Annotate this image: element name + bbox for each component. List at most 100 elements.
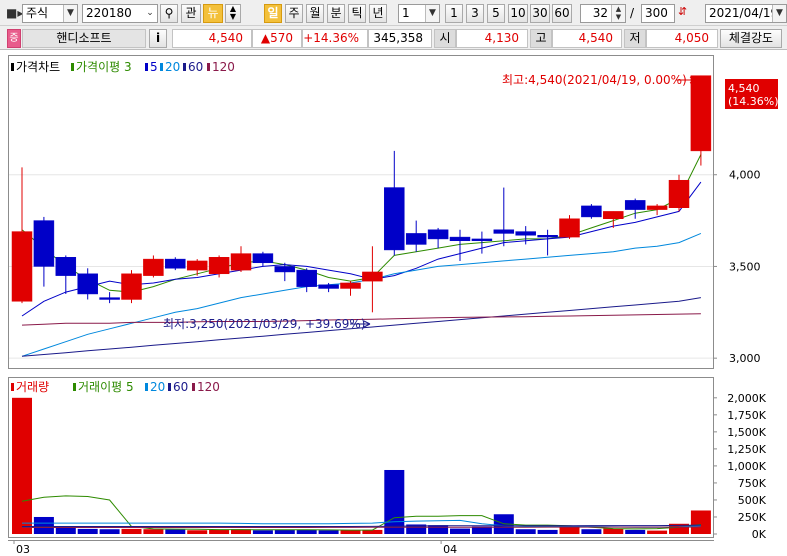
price-tick-label: 4,000 <box>729 169 761 182</box>
period-minute-button[interactable]: 분 <box>327 4 345 23</box>
candle-body <box>471 238 493 242</box>
volume-bar <box>559 526 580 534</box>
chevron-down-icon[interactable]: ▼ <box>772 5 786 22</box>
quick-3-button[interactable]: 3 <box>466 4 484 23</box>
volume-bar <box>450 528 470 534</box>
spin-icon[interactable]: ▲ ▼ <box>611 5 625 22</box>
candle-body <box>690 75 712 152</box>
volume-tick-label: 500K <box>738 494 767 507</box>
volume-bar <box>384 469 405 534</box>
volume-bar <box>515 529 536 534</box>
legend-marker-vma120 <box>192 383 195 391</box>
x-tick-label: 04 <box>443 543 457 556</box>
stepper-button[interactable]: ▲ ▼ <box>225 4 241 23</box>
volume-tick-label: 2,000K <box>727 392 766 405</box>
volume-bar <box>690 510 711 534</box>
info-button[interactable]: i <box>149 29 167 48</box>
candle-body <box>252 253 274 264</box>
low-price: 4,050 <box>646 29 718 48</box>
toolbar-grip-icon[interactable]: ■▸ <box>6 6 23 20</box>
market-select[interactable]: 주식 ▼ <box>22 4 78 23</box>
legend-volume: 거래량 <box>16 380 49 394</box>
stock-name: 핸디소프트 <box>22 29 146 48</box>
legend-vma20: 20 <box>150 380 165 394</box>
volume-bar <box>274 529 295 534</box>
volume-bar <box>143 529 164 534</box>
legend-ma60: 60 <box>188 60 203 74</box>
candle-body <box>581 205 602 218</box>
zoom-icon[interactable]: ⇵ <box>678 5 687 18</box>
volume-bar <box>625 529 646 534</box>
low-label: 저 <box>624 29 646 48</box>
volume-bar <box>99 529 120 534</box>
period-year-button[interactable]: 년 <box>369 4 387 23</box>
volume-bar <box>318 530 339 534</box>
candle-body <box>121 273 142 300</box>
period-day-button[interactable]: 일 <box>264 4 282 23</box>
volume-bar <box>187 530 208 534</box>
candle-body <box>11 231 33 302</box>
candle-body <box>559 218 580 238</box>
candle-body <box>449 236 471 242</box>
quick-30-button[interactable]: 30 <box>530 4 550 23</box>
volume-tick-label: 750K <box>738 477 767 490</box>
volume-bar <box>252 530 273 534</box>
news-button[interactable]: 뉴 <box>203 4 223 23</box>
candle-body <box>340 282 361 289</box>
interval-select[interactable]: 1 ▼ <box>398 4 440 23</box>
volume-bar <box>209 529 230 534</box>
quick-5-button[interactable]: 5 <box>487 4 505 23</box>
legend-marker-vma60 <box>168 383 171 391</box>
high-annotation: 최고:4,540(2021/04/19, 0.00%) <box>502 73 687 87</box>
chevron-down-icon[interactable]: ⌄ <box>143 5 157 22</box>
legend-marker-ma120 <box>207 63 210 71</box>
chevron-down-icon[interactable]: ▼ <box>63 5 77 22</box>
high-label: 고 <box>530 29 552 48</box>
last-price-label: 4,540 <box>728 82 760 95</box>
open-price: 4,130 <box>456 29 528 48</box>
candle-body <box>274 266 296 273</box>
period-tick-button[interactable]: 틱 <box>348 4 366 23</box>
volume-tick-label: 0K <box>752 528 767 541</box>
volume-bar <box>581 529 602 534</box>
quick-1-button[interactable]: 1 <box>445 4 463 23</box>
candle-body <box>165 258 186 269</box>
candle-body <box>77 273 98 295</box>
search-button[interactable]: ⚲ <box>160 4 178 23</box>
candle-body <box>208 257 230 275</box>
legend-ma3: 가격이평 3 <box>76 60 132 74</box>
count-input[interactable]: 32 ▲ ▼ <box>580 4 626 23</box>
volume-tick-label: 1,000K <box>727 460 766 473</box>
stock-code-input[interactable]: 220180 ⌄ <box>82 4 158 23</box>
period-week-button[interactable]: 주 <box>285 4 303 23</box>
price-tick-label: 3,500 <box>729 260 761 273</box>
arrow-down-icon: ▼ <box>229 12 237 21</box>
interest-button[interactable]: 관 <box>181 4 201 23</box>
legend-ma20: 20 <box>165 60 180 74</box>
legend-marker-volume <box>11 383 14 391</box>
current-price: 4,540 <box>172 29 252 48</box>
volume-tick-label: 1,500K <box>727 426 766 439</box>
volume-tick-label: 250K <box>738 511 767 524</box>
quick-10-button[interactable]: 10 <box>508 4 528 23</box>
volume-bar <box>33 516 54 534</box>
candle-body <box>143 258 164 276</box>
legend-vma5: 거래이평 5 <box>78 380 134 394</box>
volume-bar <box>537 529 558 534</box>
volume-bar <box>12 397 32 534</box>
strength-button[interactable]: 체결강도 <box>720 29 782 48</box>
date-input[interactable]: 2021/04/19 ▼ <box>705 4 787 23</box>
volume-bar <box>165 529 186 534</box>
stock-chart: 3,000 3,500 4,000 0K 250K 500K 750K 1,000K 1,250… <box>0 50 787 556</box>
period-month-button[interactable]: 월 <box>306 4 324 23</box>
market-badge: 증 <box>7 29 21 48</box>
chevron-down-icon[interactable]: ▼ <box>425 5 439 22</box>
candle-body <box>384 187 405 251</box>
candle-body <box>296 269 317 287</box>
candle-body <box>603 211 624 220</box>
quick-60-button[interactable]: 60 <box>552 4 572 23</box>
candle-body <box>362 271 383 282</box>
legend-marker-ma3 <box>71 63 74 71</box>
legend-marker-ma5 <box>145 63 148 71</box>
total-input[interactable]: 300 <box>641 4 675 23</box>
